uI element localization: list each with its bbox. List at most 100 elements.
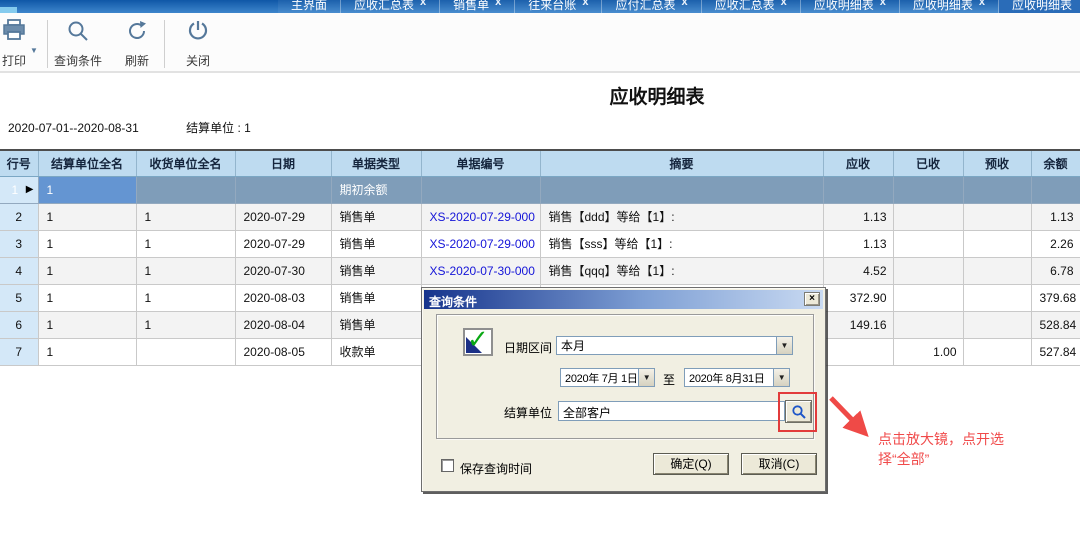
cell-receivable[interactable]: 372.90 xyxy=(823,284,893,311)
cell-unit[interactable]: 1 xyxy=(38,257,136,284)
cell-summary[interactable]: 销售【ddd】等给【1】: xyxy=(540,203,823,230)
cell-balance[interactable]: 1.13 xyxy=(1031,203,1080,230)
table-row[interactable]: 1▶1 期初余额 xyxy=(0,176,1080,203)
tab-close-icon[interactable]: x xyxy=(582,0,588,8)
cell-received[interactable] xyxy=(893,176,963,203)
date-to-picker[interactable]: 2020年 8月31日 ▼ xyxy=(684,368,790,387)
cell-unit[interactable]: 1 xyxy=(38,311,136,338)
table-row[interactable]: 3112020-07-29销售单XS-2020-07-29-000销售【sss】… xyxy=(0,230,1080,257)
cell-no[interactable]: 6 xyxy=(0,311,38,338)
dialog-title-bar[interactable]: 查询条件 xyxy=(424,290,823,309)
cell-receivable[interactable] xyxy=(823,338,893,365)
print-dropdown-icon[interactable]: ▼ xyxy=(30,46,38,55)
table-row[interactable]: 2112020-07-29销售单XS-2020-07-29-000销售【ddd】… xyxy=(0,203,1080,230)
cell-prepaid[interactable] xyxy=(963,311,1031,338)
tab-往来台账[interactable]: 往来台账x xyxy=(515,0,602,13)
cancel-button[interactable]: 取消(C) xyxy=(741,453,817,475)
chevron-down-icon[interactable]: ▼ xyxy=(773,369,789,386)
cell-balance[interactable]: 2.26 xyxy=(1031,230,1080,257)
cell-receiver[interactable] xyxy=(136,338,235,365)
cell-receivable[interactable]: 1.13 xyxy=(823,230,893,257)
date-from-picker[interactable]: 2020年 7月 1日 ▼ xyxy=(560,368,655,387)
refresh-button[interactable]: 刷新 xyxy=(115,19,159,69)
cell-received[interactable]: 1.00 xyxy=(893,338,963,365)
cell-prepaid[interactable] xyxy=(963,338,1031,365)
cell-prepaid[interactable] xyxy=(963,176,1031,203)
cell-doc_type[interactable]: 收款单 xyxy=(331,338,421,365)
settle-unit-input[interactable]: 全部客户 xyxy=(558,401,785,421)
cell-no[interactable]: 4 xyxy=(0,257,38,284)
cell-received[interactable] xyxy=(893,284,963,311)
tab-close-icon[interactable]: x xyxy=(781,0,787,8)
cell-date[interactable]: 2020-08-05 xyxy=(235,338,331,365)
tab-主界面[interactable]: 主界面 xyxy=(278,0,341,13)
cell-prepaid[interactable] xyxy=(963,230,1031,257)
column-header-应收[interactable]: 应收 xyxy=(823,150,893,176)
cell-doc_no[interactable] xyxy=(421,176,540,203)
cell-balance[interactable]: 6.78 xyxy=(1031,257,1080,284)
cell-date[interactable]: 2020-08-04 xyxy=(235,311,331,338)
tab-close-icon[interactable]: x xyxy=(681,0,687,8)
cell-received[interactable] xyxy=(893,311,963,338)
cell-no[interactable]: 5 xyxy=(0,284,38,311)
cell-received[interactable] xyxy=(893,257,963,284)
cell-summary[interactable] xyxy=(540,176,823,203)
cell-balance[interactable]: 379.68 xyxy=(1031,284,1080,311)
cell-doc_no[interactable]: XS-2020-07-29-000 xyxy=(421,203,540,230)
tab-应收汇总表[interactable]: 应收汇总表x xyxy=(702,0,801,13)
cell-no[interactable]: 1▶ xyxy=(0,176,38,203)
column-header-日期[interactable]: 日期 xyxy=(235,150,331,176)
cell-summary[interactable]: 销售【sss】等给【1】: xyxy=(540,230,823,257)
column-header-余额[interactable]: 余额 xyxy=(1031,150,1080,176)
print-button[interactable]: 打印 xyxy=(0,19,35,69)
cell-unit[interactable]: 1 xyxy=(38,338,136,365)
cell-doc_type[interactable]: 销售单 xyxy=(331,257,421,284)
tab-销售单[interactable]: 销售单x xyxy=(440,0,515,13)
column-header-收货单位全名[interactable]: 收货单位全名 xyxy=(136,150,235,176)
tab-应收明细表[interactable]: 应收明细表x xyxy=(801,0,900,13)
cell-balance[interactable]: 528.84 xyxy=(1031,311,1080,338)
cell-prepaid[interactable] xyxy=(963,203,1031,230)
cell-summary[interactable]: 销售【qqq】等给【1】: xyxy=(540,257,823,284)
column-header-单据类型[interactable]: 单据类型 xyxy=(331,150,421,176)
cell-balance[interactable]: 527.84 xyxy=(1031,338,1080,365)
cell-date[interactable] xyxy=(235,176,331,203)
cell-received[interactable] xyxy=(893,230,963,257)
chevron-down-icon[interactable]: ▼ xyxy=(638,369,654,386)
cell-date[interactable]: 2020-08-03 xyxy=(235,284,331,311)
tab-close-icon[interactable]: x xyxy=(420,0,426,8)
tab-应收汇总表[interactable]: 应收汇总表x xyxy=(341,0,440,13)
cell-doc_type[interactable]: 销售单 xyxy=(331,203,421,230)
cell-receiver[interactable] xyxy=(136,176,235,203)
query-conditions-button[interactable]: 查询条件 xyxy=(49,19,107,69)
cell-receiver[interactable]: 1 xyxy=(136,257,235,284)
column-header-已收[interactable]: 已收 xyxy=(893,150,963,176)
date-range-select[interactable]: 本月 ▼ xyxy=(556,336,793,355)
cell-receiver[interactable]: 1 xyxy=(136,284,235,311)
cell-unit[interactable]: 1 xyxy=(38,176,136,203)
cell-date[interactable]: 2020-07-30 xyxy=(235,257,331,284)
column-header-行号[interactable]: 行号 xyxy=(0,150,38,176)
close-button[interactable]: 关闭 xyxy=(176,19,220,69)
chevron-down-icon[interactable]: ▼ xyxy=(776,337,792,354)
cell-prepaid[interactable] xyxy=(963,284,1031,311)
table-row[interactable]: 4112020-07-30销售单XS-2020-07-30-000销售【qqq】… xyxy=(0,257,1080,284)
tab-应收明细表[interactable]: 应收明细表 xyxy=(999,0,1080,13)
dialog-close-icon[interactable]: × xyxy=(804,292,820,306)
column-header-单据编号[interactable]: 单据编号 xyxy=(421,150,540,176)
cell-balance[interactable] xyxy=(1031,176,1080,203)
cell-receivable[interactable]: 1.13 xyxy=(823,203,893,230)
cell-receivable[interactable]: 4.52 xyxy=(823,257,893,284)
cell-doc_type[interactable]: 销售单 xyxy=(331,230,421,257)
column-header-结算单位全名[interactable]: 结算单位全名 xyxy=(38,150,136,176)
tab-close-icon[interactable]: x xyxy=(495,0,501,8)
cell-received[interactable] xyxy=(893,203,963,230)
tab-close-icon[interactable]: x xyxy=(979,0,985,8)
cell-no[interactable]: 3 xyxy=(0,230,38,257)
tab-close-icon[interactable]: x xyxy=(880,0,886,8)
cell-doc_type[interactable]: 期初余额 xyxy=(331,176,421,203)
ok-button[interactable]: 确定(Q) xyxy=(653,453,729,475)
cell-receiver[interactable]: 1 xyxy=(136,311,235,338)
cell-date[interactable]: 2020-07-29 xyxy=(235,230,331,257)
cell-receivable[interactable] xyxy=(823,176,893,203)
